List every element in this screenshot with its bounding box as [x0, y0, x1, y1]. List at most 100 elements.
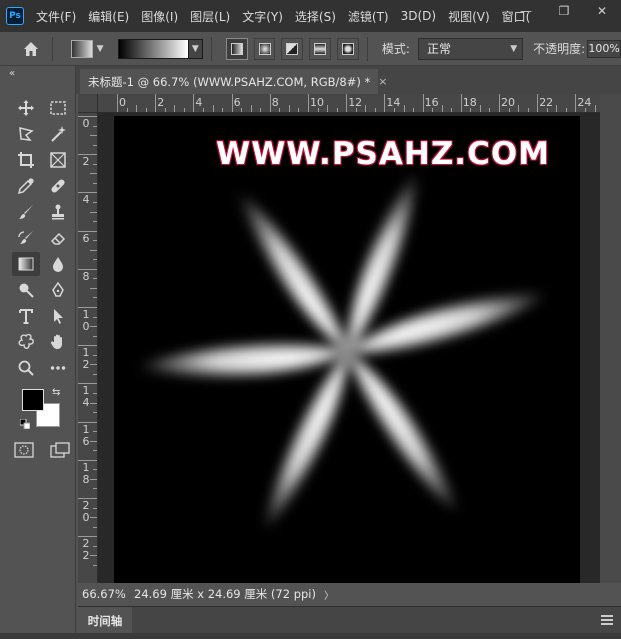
dodge-icon [19, 283, 34, 298]
bottom-edge [0, 633, 621, 639]
custom-shape-icon [18, 333, 34, 349]
pen-icon [52, 281, 64, 297]
screen-mode-icon[interactable] [50, 442, 70, 458]
history-brush-tool[interactable] [12, 226, 40, 250]
ruler-minor-tick [432, 108, 434, 112]
opacity-input[interactable]: 100% [587, 39, 621, 58]
ruler-minor-tick [183, 108, 185, 112]
options-bar: ▼ ▼ 模式: 正常 ▼ 不透明度: 100% [0, 32, 621, 66]
pen-tool[interactable] [44, 278, 72, 302]
ruler-label: 2 [82, 155, 90, 169]
default-colors-icon[interactable] [20, 419, 30, 429]
ruler-origin[interactable] [78, 94, 98, 113]
vertical-ruler[interactable]: 0 2 4 6 8 10 12 14 16 18 20 22 [78, 113, 98, 583]
ruler-minor-tick [336, 108, 338, 112]
frame-tool[interactable] [44, 148, 72, 172]
radial-gradient-button[interactable] [253, 37, 276, 60]
eyedropper-tool[interactable] [12, 174, 40, 198]
ruler-minor-tick [93, 450, 97, 452]
menu-layer[interactable]: 图层(L) [190, 8, 230, 25]
menu-view[interactable]: 视图(V) [448, 8, 490, 25]
close-tab-button[interactable]: × [378, 75, 387, 88]
tool-preset-picker[interactable] [70, 39, 93, 58]
ruler-minor-tick [93, 545, 97, 547]
ruler-minor-tick [93, 488, 97, 490]
close-window-button[interactable]: ✕ [583, 0, 621, 22]
ruler-minor-tick [93, 526, 97, 528]
ruler-minor-tick [518, 105, 520, 112]
marquee-tool[interactable] [44, 96, 72, 120]
blur-tool[interactable] [44, 252, 72, 276]
linear-gradient-button[interactable] [225, 37, 248, 60]
ruler-minor-tick [90, 517, 97, 519]
clone-stamp-tool[interactable] [44, 200, 72, 224]
blend-mode-select[interactable]: 正常 ▼ [417, 37, 524, 60]
panel-menu-icon[interactable] [601, 615, 613, 625]
ruler-minor-tick [489, 108, 491, 112]
brush-icon [19, 205, 33, 219]
ruler-label: 8 [82, 269, 90, 283]
eraser-tool[interactable] [44, 226, 72, 250]
ruler-label: 10 [82, 308, 90, 333]
ruler-minor-tick [174, 105, 176, 112]
ruler-minor-tick [93, 125, 97, 127]
angle-gradient-button[interactable] [281, 37, 304, 60]
move-tool[interactable] [12, 96, 40, 120]
brush-tool[interactable] [12, 200, 40, 224]
menu-filter[interactable]: 滤镜(T) [348, 8, 389, 25]
edit-toolbar-button[interactable] [44, 356, 72, 380]
chevron-down-icon[interactable]: ▼ [97, 44, 104, 54]
menu-select[interactable]: 选择(S) [295, 8, 336, 25]
ruler-minor-tick [90, 364, 97, 366]
zoom-tool[interactable] [12, 356, 40, 380]
path-selection-tool[interactable] [44, 304, 72, 328]
status-menu-arrow[interactable]: 〉 [324, 587, 334, 602]
menu-type[interactable]: 文字(Y) [242, 8, 283, 25]
hand-tool[interactable] [44, 330, 72, 354]
ruler-minor-tick [413, 108, 415, 112]
ruler-minor-tick [470, 108, 472, 112]
ruler-minor-tick [222, 108, 224, 112]
home-button[interactable] [18, 36, 44, 62]
gradient-tool[interactable] [12, 252, 40, 276]
healing-brush-tool[interactable] [44, 174, 72, 198]
document-canvas[interactable]: WWW.PSAHZ.COM [114, 116, 580, 583]
ruler-minor-tick [136, 105, 138, 112]
vertical-scroll-area[interactable] [600, 94, 621, 583]
ruler-minor-tick [327, 105, 329, 112]
menu-edit[interactable]: 编辑(E) [88, 8, 129, 25]
shape-tool[interactable] [12, 330, 40, 354]
foreground-color-swatch[interactable] [22, 389, 44, 411]
menu-3d[interactable]: 3D(D) [401, 9, 436, 23]
magnifier-icon [18, 360, 34, 376]
ruler-tick [78, 307, 97, 308]
magic-wand-tool[interactable] [44, 122, 72, 146]
ruler-minor-tick [93, 412, 97, 414]
ruler-tick [78, 154, 97, 156]
crop-tool[interactable] [12, 148, 40, 172]
gradient-editor-swatch[interactable] [117, 38, 189, 59]
lasso-tool[interactable] [12, 122, 40, 146]
restore-button[interactable]: ❐ [545, 0, 583, 22]
ruler-tick [384, 94, 386, 112]
quick-mask-icon[interactable] [14, 442, 34, 458]
ruler-minor-tick [93, 278, 97, 280]
horizontal-ruler[interactable]: 0 2 4 6 8 10 12 14 16 18 20 22 24 [98, 94, 600, 113]
dodge-tool[interactable] [12, 278, 40, 302]
swap-colors-icon[interactable]: ⇆ [52, 387, 60, 398]
timeline-tab[interactable]: 时间轴 [78, 607, 132, 634]
menu-file[interactable]: 文件(F) [36, 8, 76, 25]
zoom-level[interactable]: 66.67% [82, 587, 128, 601]
collapse-panel-button[interactable]: « [9, 68, 15, 79]
menu-image[interactable]: 图像(I) [141, 8, 178, 25]
ruler-tick [575, 94, 577, 112]
minimize-button[interactable]: — [507, 0, 545, 22]
reflected-gradient-button[interactable] [309, 37, 332, 60]
diamond-gradient-button[interactable] [337, 37, 359, 60]
type-tool[interactable] [12, 304, 40, 328]
gradient-picker-dropdown[interactable]: ▼ [188, 38, 203, 59]
more-icon [50, 366, 66, 370]
document-tab[interactable]: 未标题-1 @ 66.7% (WWW.PSAHZ.COM, RGB/8#) * … [80, 69, 387, 94]
ruler-minor-tick [317, 108, 319, 112]
home-icon [23, 41, 38, 56]
